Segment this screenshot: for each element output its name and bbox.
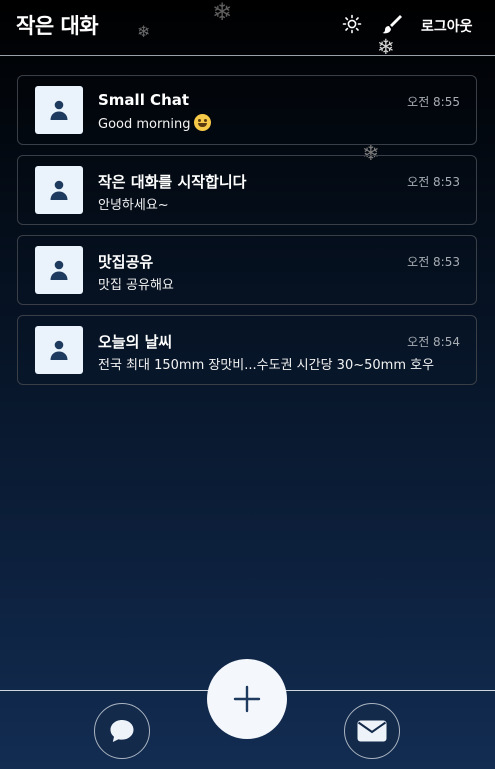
sun-icon bbox=[342, 14, 362, 34]
chat-room-item[interactable]: 맛집공유 맛집 공유해요 오전 8:53 bbox=[17, 235, 477, 305]
chat-time: 오전 8:53 bbox=[407, 175, 460, 189]
snowflake-icon: ❄ bbox=[377, 35, 395, 59]
chat-bubble-icon bbox=[110, 720, 134, 742]
chat-last-message-text: Good morning bbox=[98, 117, 191, 132]
snowflake-icon: ❄ bbox=[137, 22, 151, 41]
plus-icon bbox=[233, 685, 261, 713]
chat-room-item[interactable]: Small Chat Good morning 오전 8:55 bbox=[17, 75, 477, 145]
avatar bbox=[35, 246, 83, 294]
chat-last-message: 맛집 공유해요 bbox=[98, 278, 174, 293]
snowflake-icon: ❄ bbox=[212, 0, 233, 26]
avatar bbox=[35, 86, 83, 134]
logout-button[interactable]: 로그아웃 bbox=[421, 16, 473, 36]
user-icon bbox=[50, 260, 68, 280]
user-icon bbox=[50, 340, 68, 360]
brush-icon bbox=[382, 15, 402, 34]
user-icon bbox=[50, 180, 68, 200]
envelope-icon bbox=[357, 720, 387, 742]
chat-room-item[interactable]: 작은 대화를 시작합니다 안녕하세요~ 오전 8:53 bbox=[17, 155, 477, 225]
chat-last-message: Good morning bbox=[98, 114, 212, 132]
chat-room-item[interactable]: 오늘의 날씨 전국 최대 150mm 장맛비...수도권 시간당 30~50mm… bbox=[17, 315, 477, 385]
chat-room-name: Small Chat bbox=[98, 91, 190, 109]
chat-room-name: 오늘의 날씨 bbox=[98, 333, 173, 351]
mail-nav-button[interactable] bbox=[344, 703, 400, 759]
chat-time: 오전 8:53 bbox=[407, 255, 460, 269]
theme-brush-button[interactable] bbox=[381, 13, 403, 35]
chat-room-name: 작은 대화를 시작합니다 bbox=[98, 173, 247, 191]
app-header: 작은 대화 로그아웃 bbox=[0, 0, 495, 56]
chat-time: 오전 8:54 bbox=[407, 335, 460, 349]
user-icon bbox=[50, 100, 68, 120]
grinning-face-emoji-icon bbox=[194, 114, 212, 131]
chat-last-message: 전국 최대 150mm 장맛비...수도권 시간당 30~50mm 호우 bbox=[98, 358, 435, 373]
avatar bbox=[35, 326, 83, 374]
chat-time: 오전 8:55 bbox=[407, 95, 460, 109]
add-chat-button[interactable] bbox=[207, 659, 287, 739]
chat-last-message: 안녕하세요~ bbox=[98, 198, 169, 213]
chat-room-name: 맛집공유 bbox=[98, 253, 154, 271]
chat-list-nav-button[interactable] bbox=[94, 703, 150, 759]
chat-room-list: Small Chat Good morning 오전 8:55 작은 대화를 시… bbox=[17, 75, 477, 395]
avatar bbox=[35, 166, 83, 214]
theme-toggle-button[interactable] bbox=[342, 14, 362, 34]
app-title: 작은 대화 bbox=[16, 14, 99, 38]
